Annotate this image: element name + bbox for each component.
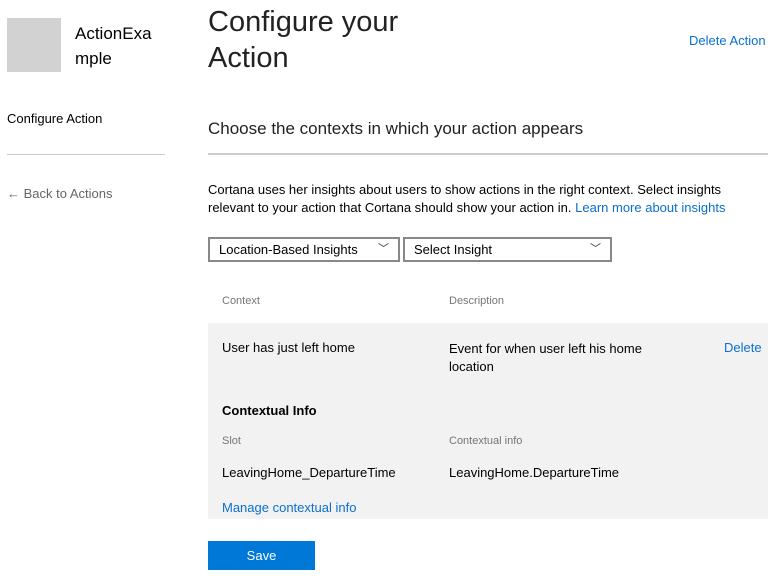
- context-value: User has just left home: [222, 340, 355, 355]
- contextual-info-value: LeavingHome.DepartureTime: [449, 465, 620, 480]
- sidebar-divider: [7, 154, 165, 155]
- section-heading: Choose the contexts in which your action…: [208, 119, 584, 138]
- column-header-context: Context: [222, 295, 260, 307]
- insight-category-dropdown[interactable]: Location-Based Insights ﹀: [208, 237, 400, 262]
- app-name: ActionExample: [75, 24, 152, 68]
- app-thumbnail: [7, 18, 61, 72]
- page-title: Configure your Action: [208, 6, 399, 74]
- slot-value: LeavingHome_DepartureTime: [222, 465, 396, 480]
- save-button[interactable]: Save: [208, 541, 315, 570]
- sidebar-item-configure-action[interactable]: Configure Action: [7, 111, 102, 126]
- chevron-down-icon: ﹀: [378, 243, 389, 255]
- manage-contextual-info-link[interactable]: Manage contextual info: [222, 500, 356, 515]
- arrow-left-icon: ←: [7, 186, 20, 201]
- insight-dropdown[interactable]: Select Insight ﹀: [403, 237, 612, 262]
- column-header-contextual-info: Contextual info: [449, 435, 523, 447]
- delete-context-link[interactable]: Delete: [724, 340, 762, 355]
- learn-more-link[interactable]: Learn more about insights: [575, 200, 725, 215]
- section-description: Cortana uses her insights about users to…: [208, 182, 726, 215]
- back-to-actions-link[interactable]: ← Back to Actions: [7, 186, 113, 201]
- description-value: Event for when user left his home locati…: [449, 341, 642, 374]
- column-header-description: Description: [449, 295, 505, 307]
- column-header-slot: Slot: [222, 435, 241, 447]
- section-divider: [208, 153, 768, 155]
- contextual-info-heading: Contextual Info: [222, 403, 317, 418]
- delete-action-link[interactable]: Delete Action: [689, 33, 766, 48]
- chevron-down-icon: ﹀: [590, 243, 601, 255]
